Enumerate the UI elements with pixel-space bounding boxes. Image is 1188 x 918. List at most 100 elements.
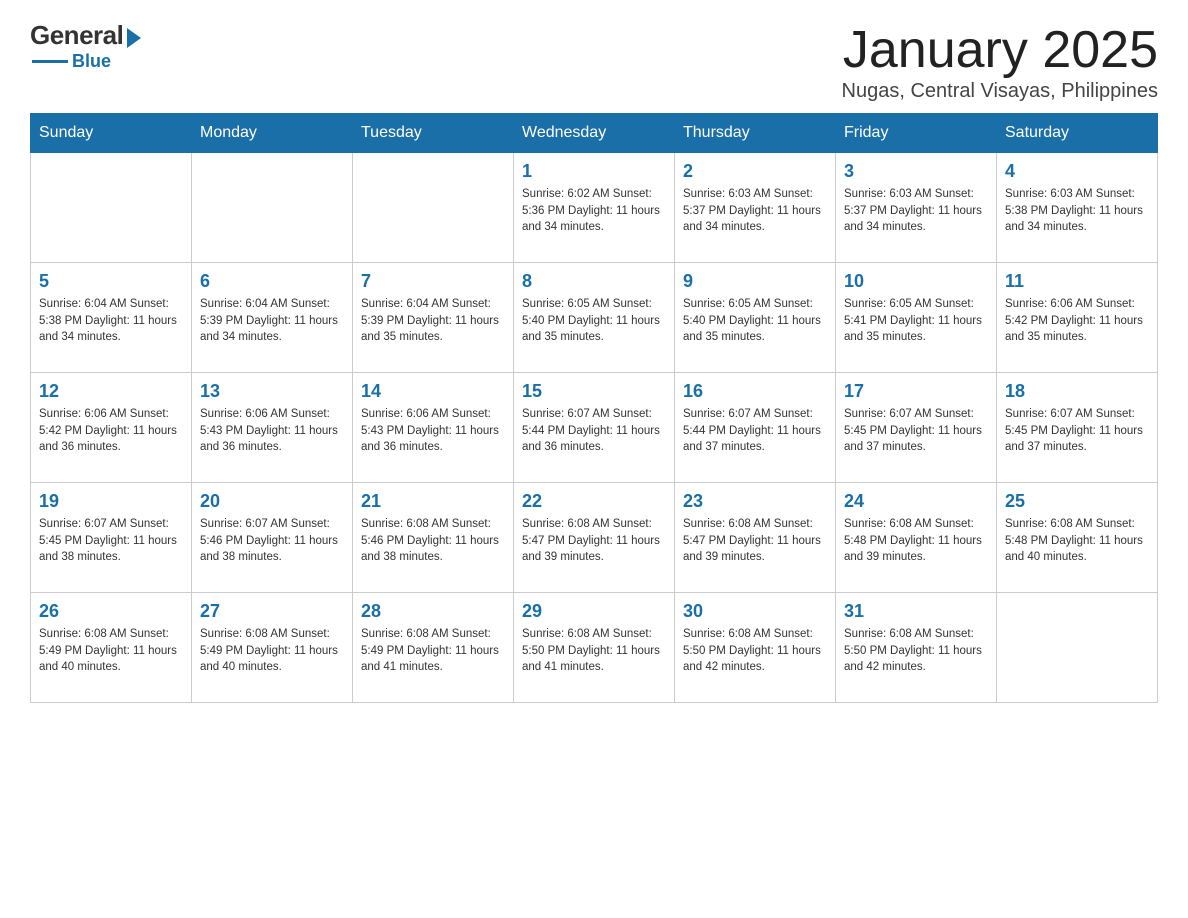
title-section: January 2025 Nugas, Central Visayas, Phi… xyxy=(842,20,1158,103)
day-number: 30 xyxy=(683,601,827,622)
day-info: Sunrise: 6:06 AM Sunset: 5:43 PM Dayligh… xyxy=(361,406,505,456)
logo-general-text: General xyxy=(30,20,123,51)
day-info: Sunrise: 6:03 AM Sunset: 5:37 PM Dayligh… xyxy=(683,186,827,236)
calendar-cell: 29 Sunrise: 6:08 AM Sunset: 5:50 PM Dayli… xyxy=(514,593,675,703)
day-info: Sunrise: 6:07 AM Sunset: 5:45 PM Dayligh… xyxy=(39,516,183,566)
month-title: January 2025 xyxy=(842,20,1158,80)
calendar-cell: 30 Sunrise: 6:08 AM Sunset: 5:50 PM Dayli… xyxy=(675,593,836,703)
calendar-cell xyxy=(31,153,192,263)
day-number: 31 xyxy=(844,601,988,622)
day-number: 13 xyxy=(200,381,344,402)
calendar-cell: 13 Sunrise: 6:06 AM Sunset: 5:43 PM Dayli… xyxy=(192,373,353,483)
day-info: Sunrise: 6:06 AM Sunset: 5:42 PM Dayligh… xyxy=(1005,296,1149,346)
col-friday: Friday xyxy=(836,114,997,153)
calendar-cell: 11 Sunrise: 6:06 AM Sunset: 5:42 PM Dayli… xyxy=(997,263,1158,373)
week-row-1: 1 Sunrise: 6:02 AM Sunset: 5:36 PM Daylig… xyxy=(31,153,1158,263)
day-info: Sunrise: 6:08 AM Sunset: 5:49 PM Dayligh… xyxy=(39,626,183,676)
page-header: General Blue January 2025 Nugas, Central… xyxy=(30,20,1158,103)
day-info: Sunrise: 6:08 AM Sunset: 5:46 PM Dayligh… xyxy=(361,516,505,566)
day-number: 19 xyxy=(39,491,183,512)
calendar-table: Sunday Monday Tuesday Wednesday Thursday… xyxy=(30,113,1158,703)
calendar-cell: 16Sunrise: 6:07 AM Sunset: 5:44 PM Dayli… xyxy=(675,373,836,483)
calendar-cell: 17 Sunrise: 6:07 AM Sunset: 5:45 PM Dayli… xyxy=(836,373,997,483)
day-info: Sunrise: 6:07 AM Sunset: 5:44 PM Dayligh… xyxy=(522,406,666,456)
col-tuesday: Tuesday xyxy=(353,114,514,153)
calendar-cell: 19 Sunrise: 6:07 AM Sunset: 5:45 PM Dayli… xyxy=(31,483,192,593)
calendar-cell: 31Sunrise: 6:08 AM Sunset: 5:50 PM Dayli… xyxy=(836,593,997,703)
day-info: Sunrise: 6:08 AM Sunset: 5:47 PM Dayligh… xyxy=(522,516,666,566)
calendar-cell: 6Sunrise: 6:04 AM Sunset: 5:39 PM Daylig… xyxy=(192,263,353,373)
day-number: 7 xyxy=(361,271,505,292)
calendar-cell: 2 Sunrise: 6:03 AM Sunset: 5:37 PM Daylig… xyxy=(675,153,836,263)
day-number: 16 xyxy=(683,381,827,402)
calendar-cell: 25Sunrise: 6:08 AM Sunset: 5:48 PM Dayli… xyxy=(997,483,1158,593)
day-info: Sunrise: 6:04 AM Sunset: 5:39 PM Dayligh… xyxy=(200,296,344,346)
day-number: 22 xyxy=(522,491,666,512)
day-info: Sunrise: 6:04 AM Sunset: 5:39 PM Dayligh… xyxy=(361,296,505,346)
calendar-header-row: Sunday Monday Tuesday Wednesday Thursday… xyxy=(31,114,1158,153)
day-number: 17 xyxy=(844,381,988,402)
day-number: 23 xyxy=(683,491,827,512)
location-title: Nugas, Central Visayas, Philippines xyxy=(842,80,1158,103)
col-sunday: Sunday xyxy=(31,114,192,153)
day-info: Sunrise: 6:07 AM Sunset: 5:46 PM Dayligh… xyxy=(200,516,344,566)
day-number: 29 xyxy=(522,601,666,622)
day-number: 10 xyxy=(844,271,988,292)
calendar-cell: 5 Sunrise: 6:04 AM Sunset: 5:38 PM Daylig… xyxy=(31,263,192,373)
day-info: Sunrise: 6:08 AM Sunset: 5:49 PM Dayligh… xyxy=(361,626,505,676)
logo-line xyxy=(32,60,68,63)
day-number: 12 xyxy=(39,381,183,402)
day-number: 9 xyxy=(683,271,827,292)
calendar-cell: 7 Sunrise: 6:04 AM Sunset: 5:39 PM Daylig… xyxy=(353,263,514,373)
day-info: Sunrise: 6:07 AM Sunset: 5:45 PM Dayligh… xyxy=(1005,406,1149,456)
logo-blue-text: Blue xyxy=(72,51,111,72)
calendar-cell: 12Sunrise: 6:06 AM Sunset: 5:42 PM Dayli… xyxy=(31,373,192,483)
calendar-cell: 22 Sunrise: 6:08 AM Sunset: 5:47 PM Dayli… xyxy=(514,483,675,593)
col-thursday: Thursday xyxy=(675,114,836,153)
day-info: Sunrise: 6:05 AM Sunset: 5:41 PM Dayligh… xyxy=(844,296,988,346)
day-info: Sunrise: 6:07 AM Sunset: 5:45 PM Dayligh… xyxy=(844,406,988,456)
calendar-cell: 10 Sunrise: 6:05 AM Sunset: 5:41 PM Dayli… xyxy=(836,263,997,373)
calendar-cell: 27 Sunrise: 6:08 AM Sunset: 5:49 PM Dayli… xyxy=(192,593,353,703)
day-info: Sunrise: 6:08 AM Sunset: 5:48 PM Dayligh… xyxy=(844,516,988,566)
day-info: Sunrise: 6:08 AM Sunset: 5:50 PM Dayligh… xyxy=(522,626,666,676)
logo-arrow-icon xyxy=(127,28,141,48)
day-info: Sunrise: 6:08 AM Sunset: 5:48 PM Dayligh… xyxy=(1005,516,1149,566)
day-info: Sunrise: 6:05 AM Sunset: 5:40 PM Dayligh… xyxy=(522,296,666,346)
day-number: 1 xyxy=(522,161,666,182)
day-number: 26 xyxy=(39,601,183,622)
calendar-cell: 26 Sunrise: 6:08 AM Sunset: 5:49 PM Dayli… xyxy=(31,593,192,703)
calendar-cell: 18 Sunrise: 6:07 AM Sunset: 5:45 PM Dayli… xyxy=(997,373,1158,483)
day-info: Sunrise: 6:03 AM Sunset: 5:38 PM Dayligh… xyxy=(1005,186,1149,236)
day-number: 8 xyxy=(522,271,666,292)
calendar-cell: 28Sunrise: 6:08 AM Sunset: 5:49 PM Dayli… xyxy=(353,593,514,703)
col-monday: Monday xyxy=(192,114,353,153)
day-info: Sunrise: 6:08 AM Sunset: 5:49 PM Dayligh… xyxy=(200,626,344,676)
calendar-cell: 14 Sunrise: 6:06 AM Sunset: 5:43 PM Dayli… xyxy=(353,373,514,483)
calendar-cell: 8 Sunrise: 6:05 AM Sunset: 5:40 PM Daylig… xyxy=(514,263,675,373)
day-number: 15 xyxy=(522,381,666,402)
day-info: Sunrise: 6:02 AM Sunset: 5:36 PM Dayligh… xyxy=(522,186,666,236)
col-saturday: Saturday xyxy=(997,114,1158,153)
calendar-cell: 24Sunrise: 6:08 AM Sunset: 5:48 PM Dayli… xyxy=(836,483,997,593)
day-info: Sunrise: 6:06 AM Sunset: 5:43 PM Dayligh… xyxy=(200,406,344,456)
day-info: Sunrise: 6:05 AM Sunset: 5:40 PM Dayligh… xyxy=(683,296,827,346)
day-number: 4 xyxy=(1005,161,1149,182)
calendar-cell: 21Sunrise: 6:08 AM Sunset: 5:46 PM Dayli… xyxy=(353,483,514,593)
calendar-cell: 1 Sunrise: 6:02 AM Sunset: 5:36 PM Daylig… xyxy=(514,153,675,263)
calendar-cell xyxy=(353,153,514,263)
day-number: 5 xyxy=(39,271,183,292)
day-info: Sunrise: 6:08 AM Sunset: 5:50 PM Dayligh… xyxy=(683,626,827,676)
day-number: 2 xyxy=(683,161,827,182)
week-row-5: 26 Sunrise: 6:08 AM Sunset: 5:49 PM Dayli… xyxy=(31,593,1158,703)
calendar-cell: 15 Sunrise: 6:07 AM Sunset: 5:44 PM Dayli… xyxy=(514,373,675,483)
calendar-cell: 9 Sunrise: 6:05 AM Sunset: 5:40 PM Daylig… xyxy=(675,263,836,373)
day-number: 18 xyxy=(1005,381,1149,402)
day-number: 27 xyxy=(200,601,344,622)
calendar-cell xyxy=(997,593,1158,703)
calendar-cell: 23Sunrise: 6:08 AM Sunset: 5:47 PM Dayli… xyxy=(675,483,836,593)
day-number: 11 xyxy=(1005,271,1149,292)
day-info: Sunrise: 6:04 AM Sunset: 5:38 PM Dayligh… xyxy=(39,296,183,346)
week-row-2: 5 Sunrise: 6:04 AM Sunset: 5:38 PM Daylig… xyxy=(31,263,1158,373)
day-number: 14 xyxy=(361,381,505,402)
